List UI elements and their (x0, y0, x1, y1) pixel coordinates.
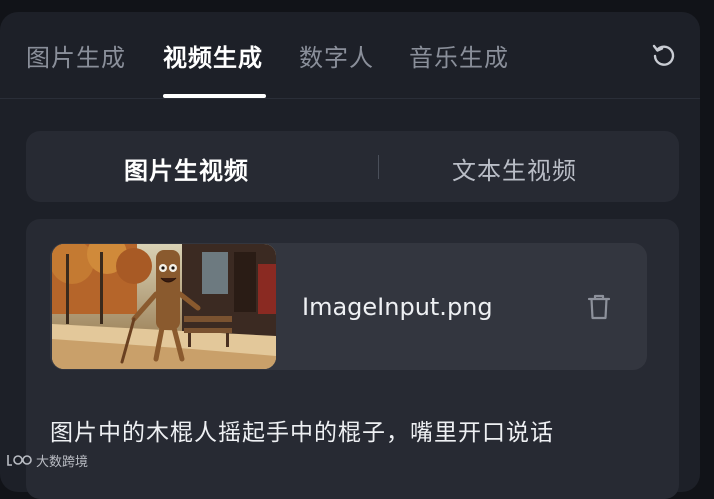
refresh-button[interactable] (650, 41, 678, 69)
mode-image-to-video[interactable]: 图片生视频 (124, 151, 249, 186)
tab-digital-human[interactable]: 数字人 (299, 38, 374, 73)
refresh-icon (652, 44, 675, 66)
uploaded-filename: ImageInput.png (302, 293, 493, 321)
mode-text-to-video[interactable]: 文本生视频 (452, 151, 577, 186)
mode-switch: 图片生视频 文本生视频 (26, 131, 679, 202)
watermark: 大数跨境 (6, 450, 88, 470)
video-generation-panel: 图片生成 视频生成 数字人 音乐生成 图片生视频 文本生视频 ImageInpu… (0, 12, 700, 499)
delete-file-button[interactable] (586, 293, 612, 321)
tab-bar: 图片生成 视频生成 数字人 音乐生成 (0, 12, 700, 99)
watermark-logo-icon (7, 455, 32, 466)
tab-image-generation[interactable]: 图片生成 (26, 38, 126, 73)
trash-icon (587, 294, 611, 320)
tab-music-generation[interactable]: 音乐生成 (409, 38, 509, 73)
image-thumbnail[interactable] (52, 244, 276, 369)
thumbnail-image (52, 244, 276, 369)
active-tab-indicator (163, 94, 266, 98)
prompt-text[interactable]: 图片中的木棍人摇起手中的棍子，嘴里开口说话 (50, 413, 554, 447)
input-card: ImageInput.png 图片中的木棍人摇起手中的棍子，嘴里开口说话 (26, 219, 679, 499)
watermark-text: 大数跨境 (36, 454, 89, 470)
mode-divider (378, 155, 379, 179)
tab-video-generation[interactable]: 视频生成 (163, 38, 263, 73)
uploaded-file: ImageInput.png (50, 243, 647, 370)
